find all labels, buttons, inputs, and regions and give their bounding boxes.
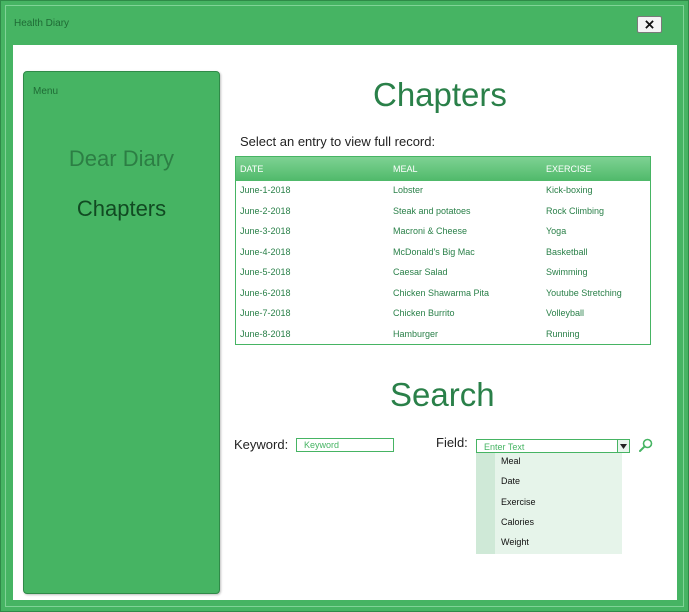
menu-item-dear-diary[interactable]: Dear Diary bbox=[24, 146, 219, 172]
search-button[interactable] bbox=[639, 438, 653, 452]
app-window: Health Diary Menu Dear Diary Chapters Ch… bbox=[0, 0, 689, 612]
search-icon bbox=[639, 438, 653, 452]
keyword-label: Keyword: bbox=[234, 437, 289, 452]
cell-exercise: Rock Climbing bbox=[546, 205, 605, 216]
cell-meal: Macroni & Cheese bbox=[393, 226, 468, 236]
cell-date: June-6-2018 bbox=[240, 287, 291, 298]
table-row[interactable]: June-5-2018 Caesar Salad Swimming bbox=[236, 263, 650, 283]
table-row[interactable]: June-1-2018 Lobster Kick-boxing bbox=[236, 181, 650, 201]
close-button[interactable] bbox=[637, 16, 662, 33]
table-instruction: Select an entry to view full record: bbox=[240, 134, 436, 149]
cell-date: June-7-2018 bbox=[240, 308, 291, 318]
menu-item-chapters[interactable]: Chapters bbox=[24, 196, 219, 222]
cell-date: June-2-2018 bbox=[240, 205, 291, 216]
cell-exercise: Youtube Stretching bbox=[546, 287, 622, 298]
menu-panel: Menu Dear Diary Chapters bbox=[23, 71, 220, 594]
cell-exercise: Yoga bbox=[546, 226, 567, 236]
table-row[interactable]: June-2-2018 Steak and potatoes Rock Clim… bbox=[236, 202, 650, 222]
column-header-date[interactable]: DATE bbox=[240, 164, 263, 174]
cell-date: June-8-2018 bbox=[240, 328, 291, 339]
field-dropdown-button[interactable] bbox=[617, 440, 629, 452]
window-title: Health Diary bbox=[14, 18, 70, 29]
table-row[interactable]: June-4-2018 McDonald's Big Mac Basketbal… bbox=[236, 243, 650, 263]
table-header: DATE MEAL EXERCISE bbox=[236, 157, 650, 181]
dropdown-option-meal[interactable]: Meal bbox=[501, 456, 521, 466]
field-select[interactable]: Enter Text bbox=[476, 439, 630, 453]
keyword-input[interactable] bbox=[296, 438, 394, 452]
cell-meal: Chicken Shawarma Pita bbox=[393, 287, 490, 298]
dropdown-option-exercise[interactable]: Exercise bbox=[501, 497, 536, 507]
cell-date: June-4-2018 bbox=[240, 246, 291, 257]
cell-exercise: Volleyball bbox=[546, 308, 585, 318]
table-row[interactable]: June-7-2018 Chicken Burrito Volleyball bbox=[236, 304, 650, 324]
dropdown-option-weight[interactable]: Weight bbox=[501, 537, 529, 547]
table-row[interactable]: June-6-2018 Chicken Shawarma Pita Youtub… bbox=[236, 284, 650, 304]
cell-meal: McDonald's Big Mac bbox=[393, 246, 475, 257]
cell-exercise: Swimming bbox=[546, 267, 588, 277]
cell-exercise: Basketball bbox=[546, 246, 588, 257]
cell-exercise: Running bbox=[546, 328, 580, 339]
cell-exercise: Kick-boxing bbox=[546, 185, 593, 195]
search-title: Search bbox=[390, 376, 495, 413]
table-row[interactable]: June-3-2018 Macroni & Cheese Yoga bbox=[236, 222, 650, 242]
field-dropdown-list: Meal Date Exercise Calories Weight bbox=[476, 453, 622, 554]
cell-meal: Hamburger bbox=[393, 328, 439, 339]
column-header-meal[interactable]: MEAL bbox=[393, 164, 418, 174]
dropdown-gutter bbox=[476, 453, 495, 554]
close-icon bbox=[645, 20, 654, 29]
cell-date: June-5-2018 bbox=[240, 267, 291, 277]
menu-label: Menu bbox=[33, 86, 59, 97]
table-row[interactable]: June-8-2018 Hamburger Running bbox=[236, 325, 650, 345]
dropdown-option-calories[interactable]: Calories bbox=[501, 517, 534, 527]
field-label: Field: bbox=[436, 435, 468, 450]
page-title: Chapters bbox=[373, 76, 507, 113]
client-area: Menu Dear Diary Chapters Chapters Select… bbox=[13, 45, 677, 600]
cell-date: June-1-2018 bbox=[240, 185, 291, 195]
cell-meal: Chicken Burrito bbox=[393, 308, 455, 318]
cell-meal: Steak and potatoes bbox=[393, 205, 471, 216]
dropdown-option-date[interactable]: Date bbox=[501, 476, 520, 486]
entries-table: DATE MEAL EXERCISE June-1-2018 Lobster K… bbox=[235, 156, 651, 345]
cell-meal: Caesar Salad bbox=[393, 267, 448, 277]
field-select-placeholder: Enter Text bbox=[484, 442, 525, 452]
chevron-down-icon bbox=[620, 443, 627, 449]
column-header-exercise[interactable]: EXERCISE bbox=[546, 164, 592, 174]
cell-meal: Lobster bbox=[393, 185, 424, 195]
cell-date: June-3-2018 bbox=[240, 226, 291, 236]
